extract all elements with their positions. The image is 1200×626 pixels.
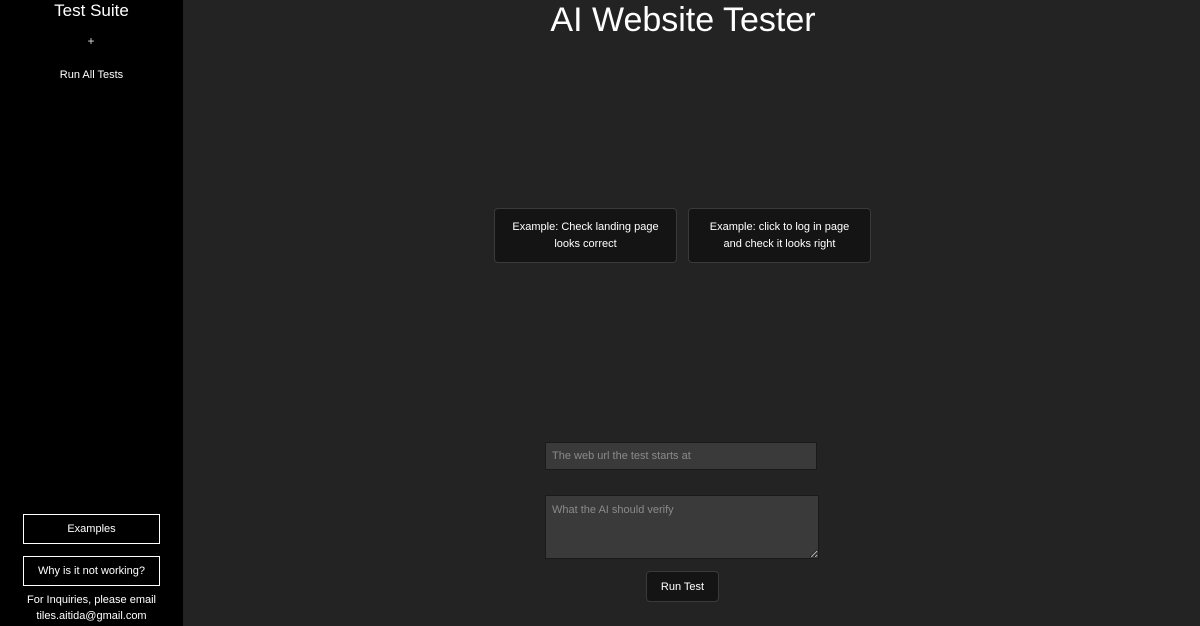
run-test-button[interactable]: Run Test xyxy=(646,571,719,602)
example-card-label: Example: Check landing page looks correc… xyxy=(512,220,659,250)
run-all-tests-button[interactable]: Run All Tests xyxy=(0,67,183,83)
examples-button[interactable]: Examples xyxy=(23,514,160,544)
inquiries-email[interactable]: tiles.aitida@gmail.com xyxy=(0,608,183,624)
inquiries-line: For Inquiries, please email xyxy=(26,594,156,606)
main-panel: AI Website Tester Example: Check landing… xyxy=(183,0,1200,626)
add-test-button[interactable]: + xyxy=(81,33,101,49)
sidebar: Test Suite + Run All Tests Examples Why … xyxy=(0,0,183,626)
why-not-working-button[interactable]: Why is it not working? xyxy=(23,556,160,586)
page-title: AI Website Tester xyxy=(550,1,816,39)
example-card-landing-page[interactable]: Example: Check landing page looks correc… xyxy=(494,208,677,263)
url-input[interactable] xyxy=(545,442,817,470)
inquiries-text: For Inquiries, please email tiles.aitida… xyxy=(0,592,183,624)
verify-textarea[interactable] xyxy=(545,495,819,559)
app-root: Test Suite + Run All Tests Examples Why … xyxy=(0,0,1200,626)
sidebar-title: Test Suite xyxy=(54,1,129,20)
example-card-label: Example: click to log in page and check … xyxy=(709,220,850,250)
example-card-login-page[interactable]: Example: click to log in page and check … xyxy=(688,208,871,263)
